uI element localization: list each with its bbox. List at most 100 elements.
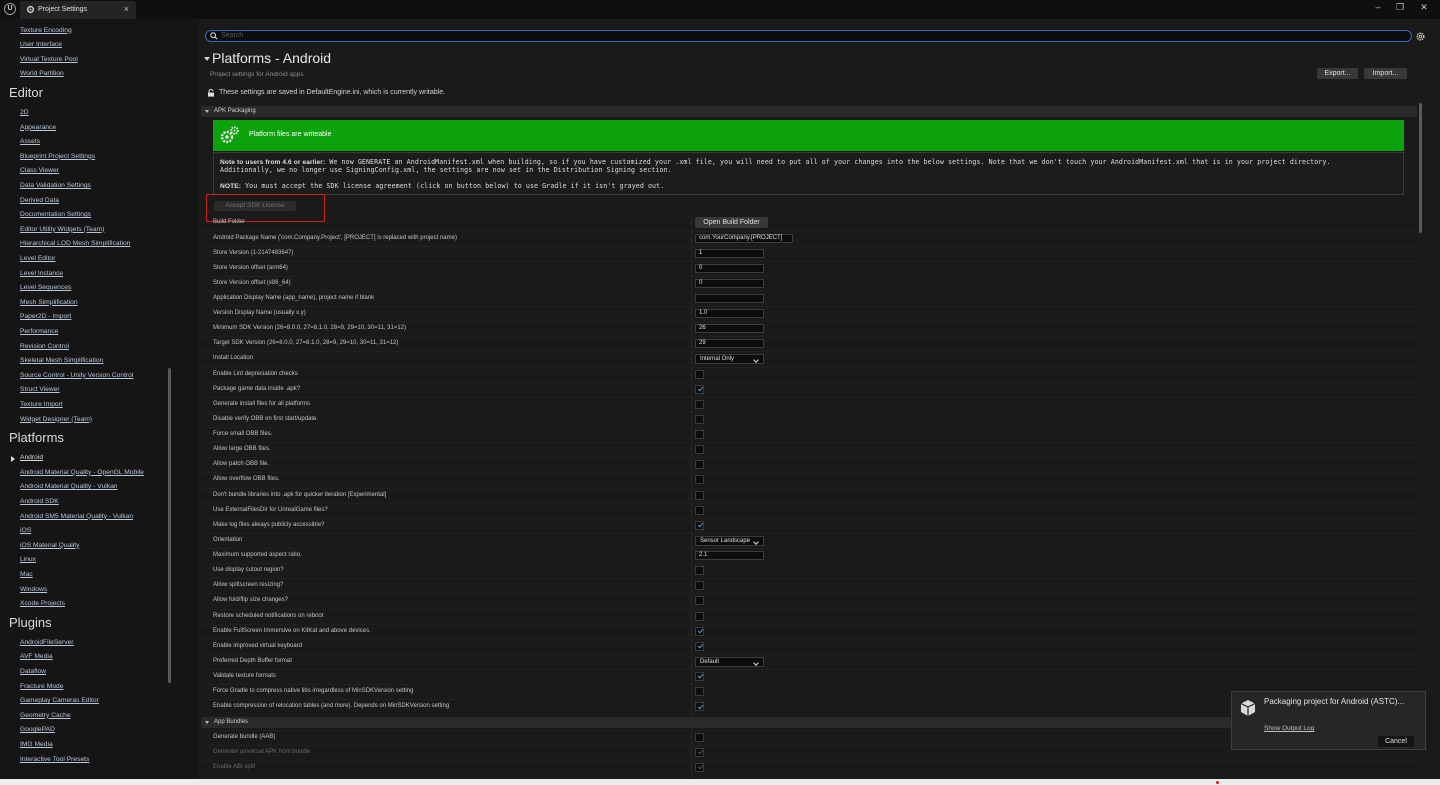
tab-project-settings[interactable]: Project Settings × (20, 1, 136, 19)
sidebar-item-ios[interactable]: iOS (20, 527, 31, 534)
sidebar-item-googlepad[interactable]: GooglePAD (20, 726, 55, 733)
open-build-folder-button[interactable]: Open Build Folder (695, 217, 768, 228)
sidebar-item-2d[interactable]: 2D (20, 109, 29, 116)
setting-dropdown[interactable]: Internal Only (695, 354, 764, 365)
setting-checkbox[interactable] (695, 641, 704, 651)
setting-text-field[interactable]: 0 (695, 278, 764, 288)
sidebar-item-android-sm5-material-quality-vulkan[interactable]: Android SM5 Material Quality - Vulkan (20, 513, 133, 520)
sidebar-item-level-instance[interactable]: Level Instance (20, 270, 63, 277)
import-button[interactable]: Import... (1364, 68, 1407, 79)
sidebar-item-performance[interactable]: Performance (20, 328, 58, 335)
sidebar-item-assets[interactable]: Assets (20, 138, 40, 145)
setting-checkbox[interactable] (695, 702, 704, 712)
sidebar-item-class-viewer[interactable]: Class Viewer (20, 167, 59, 174)
sidebar-item-blueprint-project-settings[interactable]: Blueprint Project Settings (20, 153, 95, 160)
close-window-button[interactable]: ✕ (1417, 2, 1431, 13)
sidebar-item-xcode-projects[interactable]: Xcode Projects (20, 600, 65, 607)
sidebar-item-struct-viewer[interactable]: Struct Viewer (20, 386, 60, 393)
sidebar-item-android[interactable]: Android (20, 454, 43, 461)
setting-text-field[interactable]: com.YourCompany.[PROJECT] (695, 233, 793, 243)
setting-checkbox[interactable] (695, 566, 704, 576)
setting-checkbox[interactable] (695, 520, 704, 530)
sidebar-heading-plugins[interactable]: Plugins (9, 615, 52, 630)
setting-checkbox[interactable] (695, 414, 704, 424)
sidebar-item-texture-import[interactable]: Texture Import (20, 401, 63, 408)
setting-text-field[interactable]: 0 (695, 263, 764, 273)
apk-packaging-header[interactable]: APK Packaging (201, 106, 1417, 117)
setting-checkbox[interactable] (695, 581, 704, 591)
setting-text-field[interactable]: 1.0 (695, 309, 764, 319)
sidebar-item-data-validation-settings[interactable]: Data Validation Settings (20, 182, 91, 189)
sidebar-item-gameplay-cameras-editor[interactable]: Gameplay Cameras Editor (20, 697, 99, 704)
close-tab-icon[interactable]: × (124, 4, 129, 14)
sidebar-item-android-sdk[interactable]: Android SDK (20, 498, 59, 505)
setting-dropdown[interactable]: Default (695, 656, 764, 667)
sidebar-item-dataflow[interactable]: Dataflow (20, 668, 46, 675)
setting-checkbox[interactable] (695, 490, 704, 500)
sidebar-item-texture-encoding[interactable]: Texture Encoding (20, 27, 72, 34)
setting-checkbox[interactable] (695, 671, 704, 681)
setting-checkbox[interactable] (695, 475, 704, 485)
sidebar-item-level-editor[interactable]: Level Editor (20, 255, 55, 262)
export-button[interactable]: Export... (1317, 68, 1358, 79)
sidebar-item-appearance[interactable]: Appearance (20, 124, 56, 131)
setting-text-field[interactable] (695, 293, 764, 303)
sidebar-item-androidfileserver[interactable]: AndroidFileServer (20, 639, 74, 646)
sidebar-item-linux[interactable]: Linux (20, 556, 36, 563)
sidebar-item-derived-data[interactable]: Derived Data (20, 197, 59, 204)
setting-text-field[interactable]: 26 (695, 324, 764, 334)
sidebar-item-hierarchical-lod-mesh-simplification[interactable]: Hierarchical LOD Mesh Simplification (20, 240, 130, 247)
sidebar-item-source-control-unity-version-control[interactable]: Source Control - Unity Version Control (20, 372, 133, 379)
sidebar-item-user-interface[interactable]: User Interface (20, 41, 62, 48)
setting-checkbox[interactable] (695, 611, 704, 621)
setting-checkbox[interactable] (695, 732, 704, 742)
setting-checkbox[interactable] (695, 687, 704, 697)
collapse-caret-icon[interactable] (204, 57, 210, 61)
sidebar-item-geometry-cache[interactable]: Geometry Cache (20, 712, 71, 719)
unreal-logo-icon[interactable]: U (4, 3, 16, 15)
sidebar-item-widget-designer-team[interactable]: Widget Designer (Team) (20, 416, 92, 423)
setting-checkbox[interactable] (695, 445, 704, 455)
column-splitter[interactable] (691, 217, 692, 777)
cancel-packaging-button[interactable]: Cancel (1378, 736, 1414, 747)
sidebar-item-android-material-quality-opengl-mobile[interactable]: Android Material Quality - OpenGL Mobile (20, 469, 144, 476)
setting-checkbox[interactable] (695, 460, 704, 470)
sidebar-item-level-sequences[interactable]: Level Sequences (20, 284, 71, 291)
sidebar-item-mesh-simplification[interactable]: Mesh Simplification (20, 299, 78, 306)
sidebar-heading-platforms[interactable]: Platforms (9, 430, 64, 445)
setting-checkbox[interactable] (695, 747, 704, 757)
sidebar-item-documentation-settings[interactable]: Documentation Settings (20, 211, 91, 218)
setting-text-field[interactable]: 2.1 (695, 551, 764, 561)
sidebar-item-img-media[interactable]: IMG Media (20, 741, 53, 748)
sidebar-item-paper2d-import[interactable]: Paper2D - Import (20, 313, 71, 320)
sidebar-item-revision-control[interactable]: Revision Control (20, 343, 69, 350)
setting-checkbox[interactable] (695, 399, 704, 409)
setting-text-field[interactable]: 29 (695, 339, 764, 349)
gear-icon[interactable] (1415, 31, 1426, 42)
setting-checkbox[interactable] (695, 384, 704, 394)
setting-text-field[interactable]: 1 (695, 248, 764, 258)
sidebar-item-ios-material-quality[interactable]: iOS Material Quality (20, 542, 79, 549)
sidebar-item-editor-utility-widgets-team[interactable]: Editor Utility Widgets (Team) (20, 226, 104, 233)
minimize-button[interactable]: – (1371, 2, 1385, 12)
setting-checkbox[interactable] (695, 626, 704, 636)
sidebar-item-interactive-tool-presets[interactable]: Interactive Tool Presets (20, 756, 89, 763)
sidebar-item-world-partition[interactable]: World Partition (20, 70, 64, 77)
setting-checkbox[interactable] (695, 596, 704, 606)
sidebar-item-skeletal-mesh-simplification[interactable]: Skeletal Mesh Simplification (20, 357, 103, 364)
sidebar-item-fracture-mode[interactable]: Fracture Mode (20, 683, 64, 690)
sidebar-item-mac[interactable]: Mac (20, 571, 33, 578)
setting-dropdown[interactable]: Sensor Landscape (695, 535, 764, 546)
maximize-button[interactable]: ❐ (1393, 2, 1407, 13)
main-scrollbar[interactable] (1419, 103, 1422, 233)
sidebar-item-android-material-quality-vulkan[interactable]: Android Material Quality - Vulkan (20, 483, 118, 490)
sidebar-scrollbar[interactable] (168, 368, 171, 683)
setting-checkbox[interactable] (695, 369, 704, 379)
show-output-log-link[interactable]: Show Output Log (1264, 725, 1314, 732)
setting-checkbox[interactable] (695, 505, 704, 515)
sidebar-item-windows[interactable]: Windows (20, 586, 47, 593)
sidebar-item-virtual-texture-pool[interactable]: Virtual Texture Pool (20, 56, 78, 63)
setting-checkbox[interactable] (695, 430, 704, 440)
sidebar-heading-editor[interactable]: Editor (9, 85, 43, 100)
sidebar-item-avf-media[interactable]: AVF Media (20, 653, 53, 660)
